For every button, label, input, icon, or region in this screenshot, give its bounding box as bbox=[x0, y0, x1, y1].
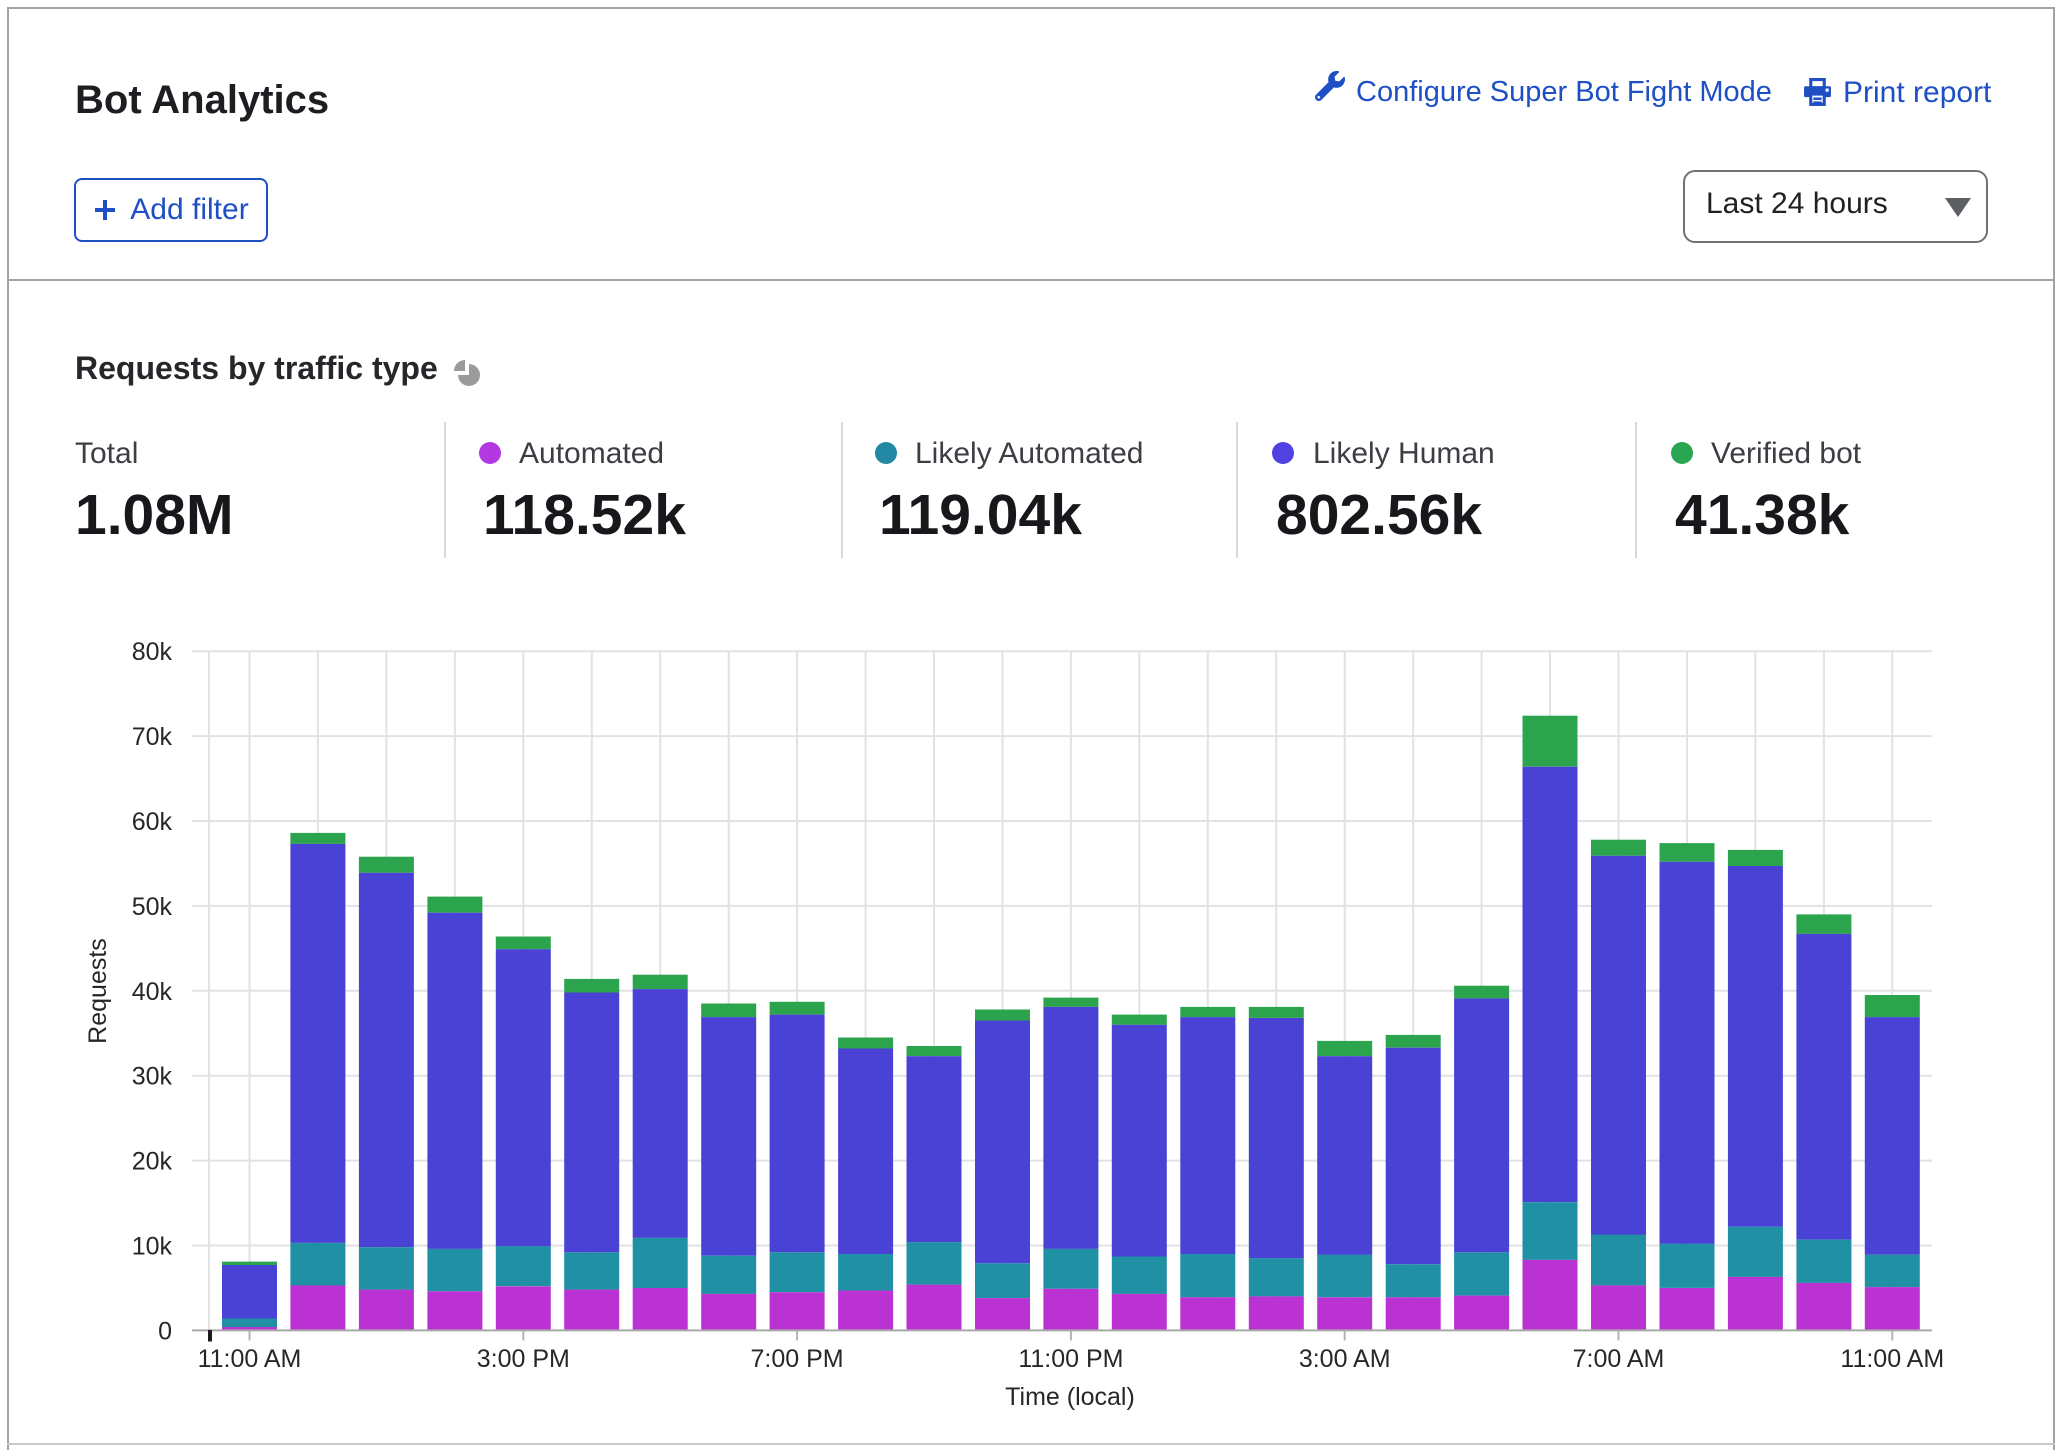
svg-text:40k: 40k bbox=[132, 978, 173, 1006]
svg-text:7:00 PM: 7:00 PM bbox=[751, 1345, 844, 1373]
svg-text:30k: 30k bbox=[132, 1063, 173, 1091]
svg-text:70k: 70k bbox=[132, 723, 173, 751]
svg-text:80k: 80k bbox=[132, 638, 173, 666]
svg-text:Time (local): Time (local) bbox=[1005, 1383, 1135, 1411]
svg-text:60k: 60k bbox=[132, 808, 173, 836]
svg-text:11:00 PM: 11:00 PM bbox=[1018, 1345, 1123, 1373]
svg-text:11:00 AM: 11:00 AM bbox=[1840, 1345, 1944, 1373]
svg-text:0: 0 bbox=[158, 1317, 172, 1345]
svg-text:3:00 AM: 3:00 AM bbox=[1299, 1345, 1391, 1373]
svg-text:10k: 10k bbox=[132, 1233, 173, 1261]
svg-text:11:00 AM: 11:00 AM bbox=[198, 1345, 302, 1373]
svg-text:20k: 20k bbox=[132, 1148, 173, 1176]
svg-text:7:00 AM: 7:00 AM bbox=[1573, 1345, 1665, 1373]
svg-text:Requests: Requests bbox=[84, 938, 112, 1044]
svg-text:50k: 50k bbox=[132, 893, 173, 921]
svg-text:3:00 PM: 3:00 PM bbox=[477, 1345, 570, 1373]
